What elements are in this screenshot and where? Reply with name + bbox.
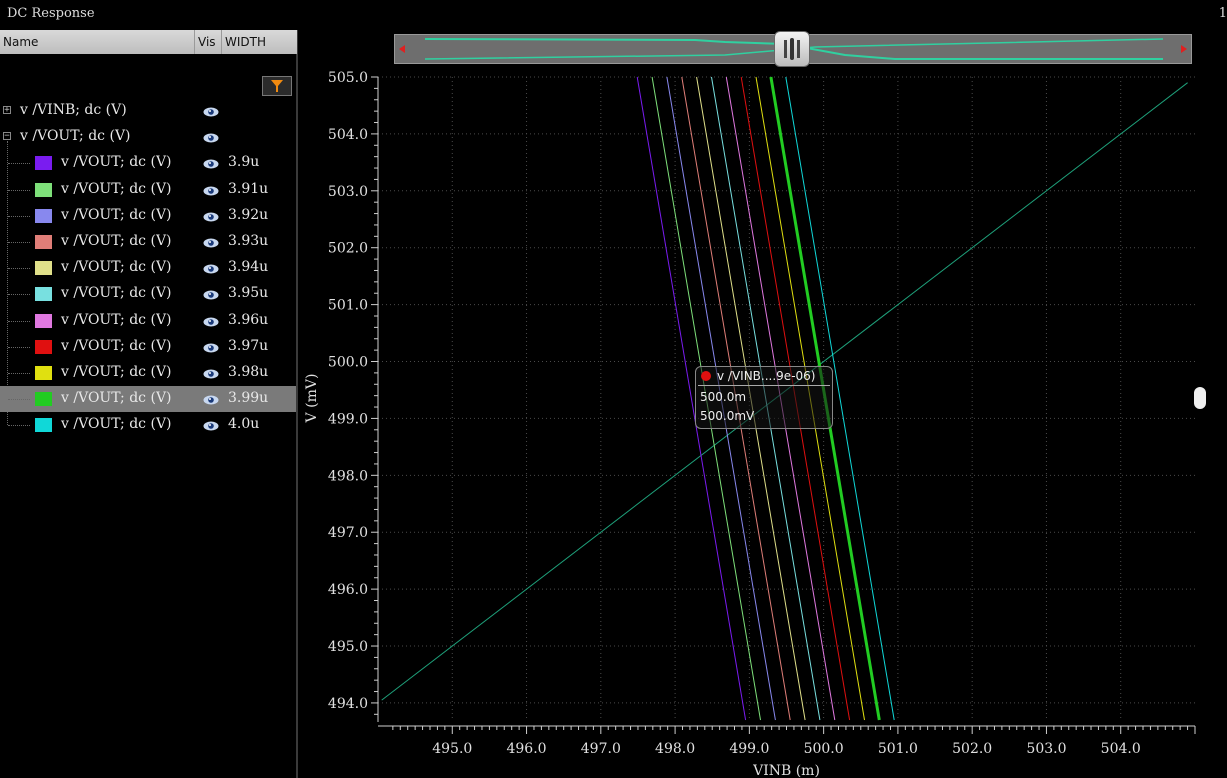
grip-icon bbox=[784, 38, 800, 60]
y-tick-label: 499.0 bbox=[328, 411, 368, 427]
y-tick-label: 494.0 bbox=[328, 696, 368, 712]
x-tick-label: 498.0 bbox=[655, 741, 695, 757]
y-tick-label: 505.0 bbox=[328, 70, 368, 86]
y-tick-label: 496.0 bbox=[328, 582, 368, 598]
scrollbar-thumb[interactable] bbox=[774, 31, 810, 67]
y-axis-label: V (mV) bbox=[304, 374, 320, 424]
y-tick-label: 500.0 bbox=[328, 355, 368, 371]
marker-y-value: 500.0mV bbox=[700, 409, 755, 423]
y-tick-label: 495.0 bbox=[328, 639, 368, 655]
marker-x-value: 500.0m bbox=[700, 390, 747, 404]
marker-dot-icon bbox=[701, 371, 711, 381]
marker-divider bbox=[698, 385, 830, 386]
scroll-left-arrow-icon bbox=[399, 45, 405, 53]
vertical-scroll-handle[interactable] bbox=[1194, 387, 1206, 409]
scroll-right-arrow-icon bbox=[1181, 45, 1187, 53]
x-tick-label: 503.0 bbox=[1026, 741, 1066, 757]
marker-label: v /VINB....9e-06) bbox=[717, 369, 816, 383]
x-tick-label: 501.0 bbox=[878, 741, 918, 757]
y-tick-label: 504.0 bbox=[328, 127, 368, 143]
x-tick-label: 502.0 bbox=[952, 741, 992, 757]
y-tick-label: 502.0 bbox=[328, 241, 368, 257]
x-tick-label: 497.0 bbox=[581, 741, 621, 757]
y-tick-label: 503.0 bbox=[328, 184, 368, 200]
x-tick-label: 495.0 bbox=[432, 741, 472, 757]
y-tick-label: 498.0 bbox=[328, 468, 368, 484]
x-axis-label: VINB (m) bbox=[752, 763, 820, 778]
x-tick-label: 499.0 bbox=[729, 741, 769, 757]
x-tick-label: 500.0 bbox=[804, 741, 844, 757]
x-tick-label: 496.0 bbox=[506, 741, 546, 757]
x-tick-label: 504.0 bbox=[1101, 741, 1141, 757]
marker-tooltip: v /VINB....9e-06) 500.0m 500.0mV bbox=[695, 366, 833, 429]
dc-response-chart: 494.0 495.0 496.0 497.0 498.0 499.0 500.0 501.0… bbox=[304, 70, 1196, 778]
y-tick-label: 497.0 bbox=[328, 525, 368, 541]
y-tick-label: 501.0 bbox=[328, 298, 368, 314]
